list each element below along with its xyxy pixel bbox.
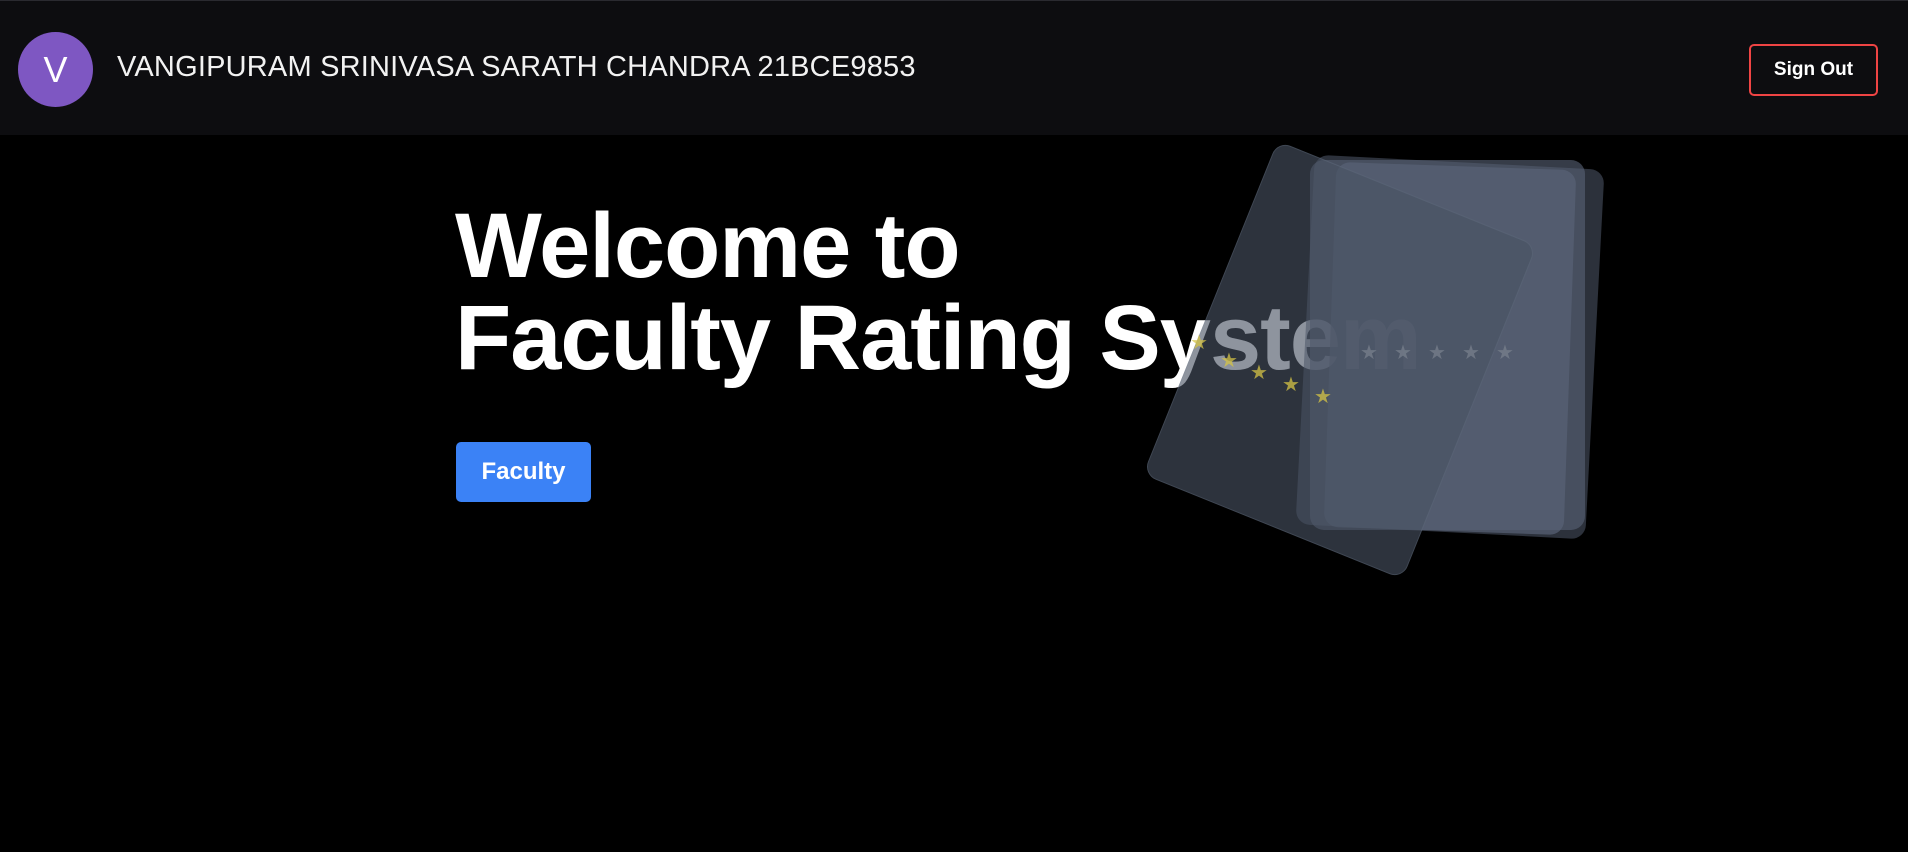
star-icon: ★ xyxy=(1496,340,1514,364)
avatar[interactable]: V xyxy=(18,32,93,107)
title-line-1: Welcome to xyxy=(455,195,961,297)
star-icon: ★ xyxy=(1314,384,1332,408)
star-icon: ★ xyxy=(1462,340,1480,364)
title-line-2: Faculty Rating System xyxy=(455,287,1422,389)
top-navbar: V VANGIPURAM SRINIVASA SARATH CHANDRA 21… xyxy=(0,0,1908,135)
page-title: Welcome to Faculty Rating System xyxy=(455,195,1422,389)
star-icon: ★ xyxy=(1428,340,1446,364)
user-name: VANGIPURAM SRINIVASA SARATH CHANDRA 21BC… xyxy=(117,51,916,83)
sign-out-button[interactable]: Sign Out xyxy=(1749,44,1878,96)
faculty-button[interactable]: Faculty xyxy=(456,442,591,502)
